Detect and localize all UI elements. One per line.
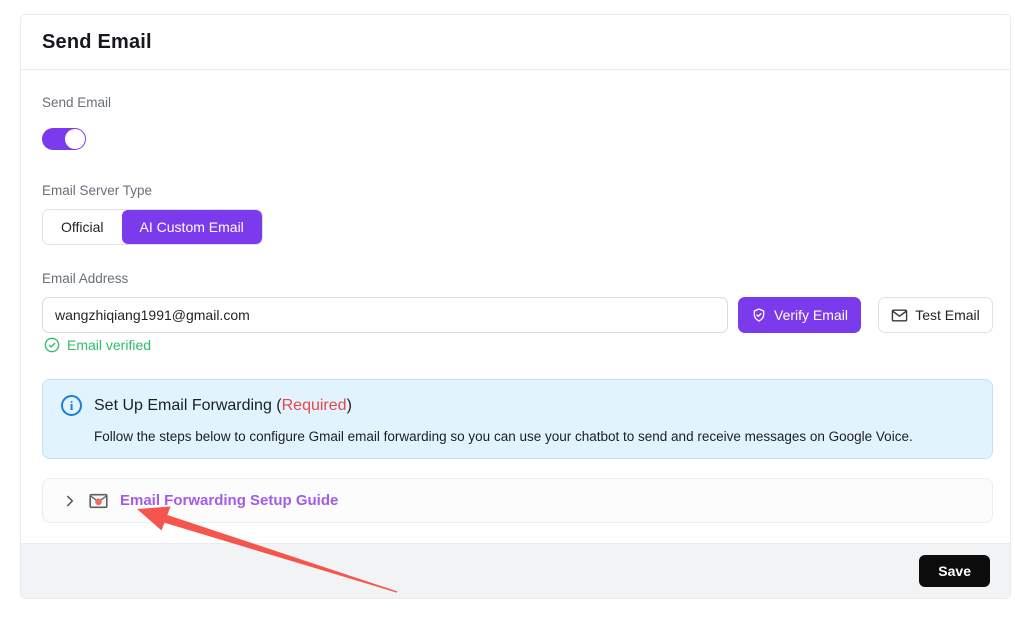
test-email-button[interactable]: Test Email — [878, 297, 993, 333]
verify-email-button-label: Verify Email — [774, 307, 848, 323]
incoming-envelope-icon — [89, 493, 108, 509]
save-button[interactable]: Save — [919, 555, 990, 587]
email-verified-text: Email verified — [67, 337, 151, 353]
info-box-body: Follow the steps below to configure Gmai… — [94, 428, 972, 446]
shield-check-icon — [751, 307, 767, 323]
envelope-icon — [891, 308, 908, 323]
card-footer: Save — [21, 543, 1010, 598]
info-box-header: i Set Up Email Forwarding (Required) — [61, 395, 972, 416]
chevron-right-icon[interactable] — [63, 494, 77, 508]
server-type-option-ai-custom-email[interactable]: AI Custom Email — [122, 210, 262, 244]
send-email-toggle[interactable] — [42, 128, 86, 150]
server-type-segmented-control: Official AI Custom Email — [42, 209, 263, 245]
email-address-input[interactable] — [42, 297, 728, 333]
send-email-settings-page: Send Email Send Email Email Server Type … — [0, 0, 1015, 624]
email-verified-status: Email verified — [44, 337, 151, 353]
email-address-label: Email Address — [42, 271, 128, 286]
send-email-card: Send Email Send Email Email Server Type … — [20, 14, 1011, 599]
send-email-label: Send Email — [42, 95, 111, 110]
guide-title: Email Forwarding Setup Guide — [120, 492, 338, 509]
info-circle-icon: i — [61, 395, 82, 416]
page-title: Send Email — [42, 31, 152, 54]
info-box-title: Set Up Email Forwarding (Required) — [94, 397, 352, 415]
card-header: Send Email — [21, 15, 1010, 70]
required-word: Required — [282, 397, 347, 414]
email-server-type-label: Email Server Type — [42, 183, 152, 198]
test-email-button-label: Test Email — [915, 307, 980, 323]
check-circle-icon — [44, 337, 60, 353]
server-type-option-official[interactable]: Official — [43, 210, 122, 244]
toggle-knob — [65, 129, 85, 149]
email-forwarding-guide-expander[interactable]: Email Forwarding Setup Guide — [42, 478, 993, 523]
setup-forwarding-info-box: i Set Up Email Forwarding (Required) Fol… — [42, 379, 993, 459]
verify-email-button[interactable]: Verify Email — [738, 297, 861, 333]
